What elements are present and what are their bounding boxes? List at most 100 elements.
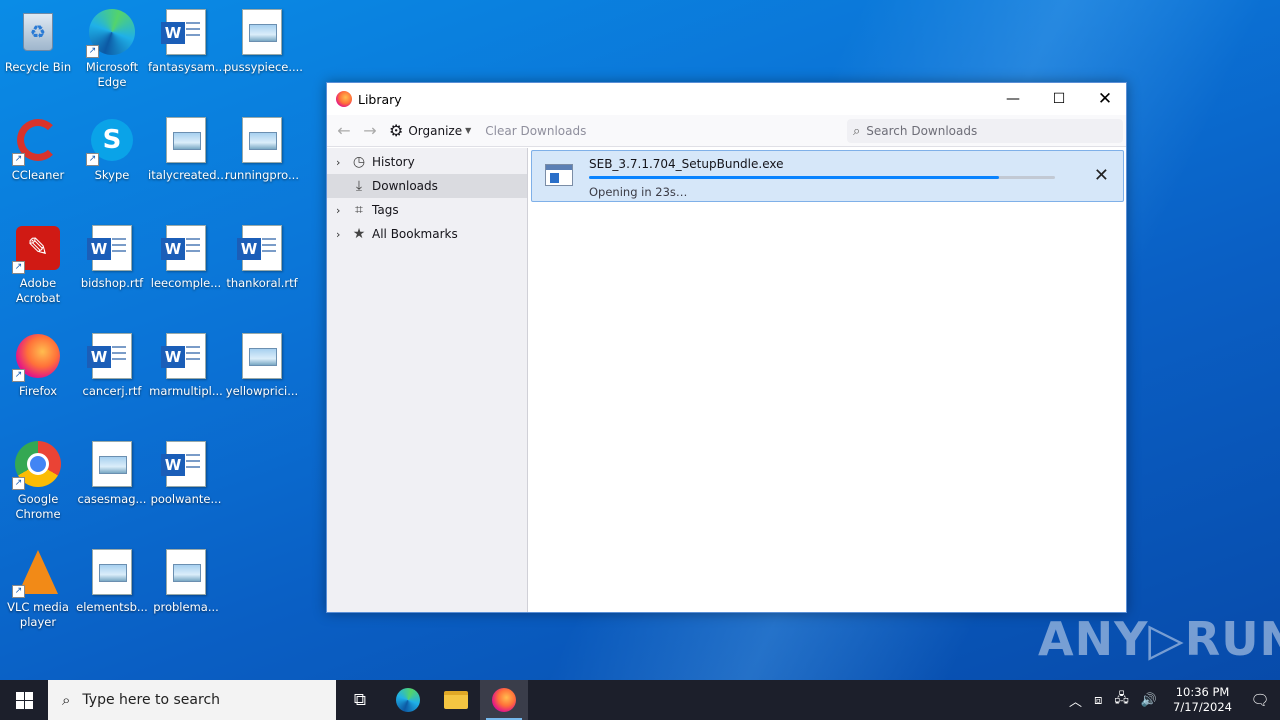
edge-icon	[396, 688, 420, 712]
search-icon: ⌕	[62, 691, 71, 709]
desktop-icon-runningpro[interactable]: runningpro...	[224, 116, 300, 183]
maximize-button[interactable]: ☐	[1036, 83, 1082, 115]
desktop-icon-elementsb[interactable]: elementsb...	[74, 548, 150, 615]
sidebar-item-all-bookmarks[interactable]: › ★ All Bookmarks	[327, 222, 527, 246]
desktop-icon-label: Skype	[94, 168, 130, 182]
desktop-icon-marmultipl[interactable]: W marmultipl...	[148, 332, 224, 399]
desktop-icon-leecomple[interactable]: W leecomple...	[148, 224, 224, 291]
desktop-icon-label: italycreated...	[148, 168, 228, 182]
chevron-up-icon[interactable]: ︿	[1069, 691, 1082, 710]
image-file-icon	[238, 332, 286, 380]
desktop-icon-fantasysam[interactable]: W fantasysam...	[148, 8, 226, 75]
organize-menu-button[interactable]: ⚙ Organize ▼	[389, 121, 471, 140]
sidebar-item-downloads[interactable]: ⤓ Downloads	[327, 174, 527, 198]
desktop-icon-label: elementsb...	[76, 600, 148, 614]
sidebar-item-label: Tags	[372, 203, 399, 217]
clear-downloads-button[interactable]: Clear Downloads	[485, 124, 586, 138]
desktop-icon-casesmag[interactable]: casesmag...	[74, 440, 150, 507]
anyrun-watermark: ANY▷RUN	[1038, 612, 1280, 666]
device-icon[interactable]: ⧈	[1094, 693, 1102, 708]
image-file-icon	[238, 8, 286, 56]
sidebar-item-history[interactable]: › ◷ History	[327, 150, 527, 174]
minimize-button[interactable]: —	[990, 83, 1036, 115]
image-file-icon	[238, 116, 286, 164]
desktop-icon-label: bidshop.rtf	[80, 276, 144, 290]
chevron-right-icon[interactable]: ›	[336, 228, 348, 241]
desktop-icon-label: Google Chrome	[15, 492, 61, 521]
desktop-icon-label: pussypiece....	[224, 60, 303, 74]
ccleaner-icon: ↗	[12, 116, 62, 166]
desktop-icon-label: Microsoft Edge	[85, 60, 139, 89]
task-view-button[interactable]: ⧉	[336, 680, 384, 720]
vlc-icon: ↗	[12, 548, 62, 598]
taskbar-file-explorer[interactable]	[432, 680, 480, 720]
search-placeholder: Search Downloads	[866, 124, 978, 138]
desktop-icon-label: poolwante...	[150, 492, 222, 506]
library-sidebar: › ◷ History ⤓ Downloads › ⌗ Tags › ★ All…	[327, 148, 528, 612]
desktop-icon-google-chrome[interactable]: ↗ Google Chrome	[0, 440, 76, 522]
desktop-icon-thankoral[interactable]: W thankoral.rtf	[224, 224, 300, 291]
desktop-icon-bidshop[interactable]: W bidshop.rtf	[74, 224, 150, 291]
start-button[interactable]	[0, 680, 48, 720]
chevron-right-icon[interactable]: ›	[336, 204, 348, 217]
taskbar-search-box[interactable]: ⌕ Type here to search	[48, 680, 336, 720]
word-doc-icon: W	[161, 440, 210, 488]
desktop-icon-label: thankoral.rtf	[226, 276, 298, 290]
desktop-icon-label: CCleaner	[11, 168, 65, 182]
desktop-icon-label: casesmag...	[77, 492, 147, 506]
image-file-icon	[162, 548, 210, 596]
desktop-icon-vlc[interactable]: ↗ VLC media player	[0, 548, 76, 630]
desktop-icon-label: fantasysam...	[148, 60, 226, 74]
system-tray: ︿ ⧈ 🖧 🔊 10:36 PM 7/17/2024 🗨	[1063, 680, 1280, 720]
desktop-icon-skype[interactable]: S ↗ Skype	[74, 116, 150, 183]
desktop-icon-ccleaner[interactable]: ↗ CCleaner	[0, 116, 76, 183]
firefox-icon: ↗	[12, 332, 62, 382]
taskbar-edge[interactable]	[384, 680, 432, 720]
task-view-icon: ⧉	[353, 690, 367, 710]
window-titlebar[interactable]: Library — ☐ ✕	[327, 83, 1126, 115]
gear-icon: ⚙	[389, 121, 404, 140]
desktop-icon-label: cancerj.rtf	[82, 384, 142, 398]
download-filename: SEB_3.7.1.704_SetupBundle.exe	[589, 157, 784, 171]
desktop-icon-problema[interactable]: problema...	[148, 548, 224, 615]
desktop-icon-label: marmultipl...	[149, 384, 223, 398]
clock-icon: ◷	[352, 154, 366, 170]
download-item[interactable]: SEB_3.7.1.704_SetupBundle.exe Opening in…	[531, 150, 1124, 202]
taskbar-firefox[interactable]	[480, 680, 528, 720]
volume-icon[interactable]: 🔊	[1141, 693, 1157, 708]
desktop-icon-pussypiece[interactable]: pussypiece....	[224, 8, 303, 75]
desktop-icon-label: leecomple...	[150, 276, 222, 290]
clock[interactable]: 10:36 PM 7/17/2024	[1173, 685, 1232, 715]
word-doc-icon: W	[161, 8, 210, 56]
desktop-icon-cancerj[interactable]: W cancerj.rtf	[74, 332, 150, 399]
cancel-download-icon[interactable]: ✕	[1094, 165, 1109, 186]
sidebar-item-label: Downloads	[372, 179, 438, 193]
chevron-down-icon: ▼	[465, 126, 472, 135]
desktop-icon-yellowprici[interactable]: yellowprici...	[224, 332, 300, 399]
organize-label: Organize	[408, 123, 463, 138]
close-button[interactable]: ✕	[1082, 83, 1128, 115]
desktop-icon-microsoft-edge[interactable]: ↗ Microsoft Edge	[74, 8, 150, 90]
desktop-icon-label: Recycle Bin	[4, 60, 72, 74]
sidebar-item-tags[interactable]: › ⌗ Tags	[327, 198, 527, 222]
windows-logo-icon	[15, 691, 33, 709]
firefox-icon	[492, 688, 516, 712]
desktop-icon-recycle-bin[interactable]: ♻ Recycle Bin	[0, 8, 76, 75]
search-downloads-input[interactable]: ⌕ Search Downloads	[847, 119, 1123, 143]
back-arrow-icon[interactable]: ←	[331, 121, 357, 140]
network-icon[interactable]: 🖧	[1114, 689, 1129, 711]
download-progress-fill	[589, 176, 1000, 179]
desktop-icon-firefox[interactable]: ↗ Firefox	[0, 332, 76, 399]
acrobat-icon: ✎ ↗	[12, 224, 62, 274]
tag-icon: ⌗	[355, 202, 363, 218]
desktop-icon-italycreated[interactable]: italycreated...	[148, 116, 228, 183]
edge-icon: ↗	[86, 8, 136, 58]
image-file-icon	[88, 548, 136, 596]
folder-icon	[444, 691, 468, 709]
notification-icon[interactable]: 🗨	[1240, 691, 1280, 709]
forward-arrow-icon[interactable]: →	[357, 121, 383, 140]
star-icon: ★	[352, 226, 366, 242]
desktop-icon-poolwante[interactable]: W poolwante...	[148, 440, 224, 507]
chevron-right-icon[interactable]: ›	[336, 156, 348, 169]
desktop-icon-adobe-acrobat[interactable]: ✎ ↗ Adobe Acrobat	[0, 224, 76, 306]
